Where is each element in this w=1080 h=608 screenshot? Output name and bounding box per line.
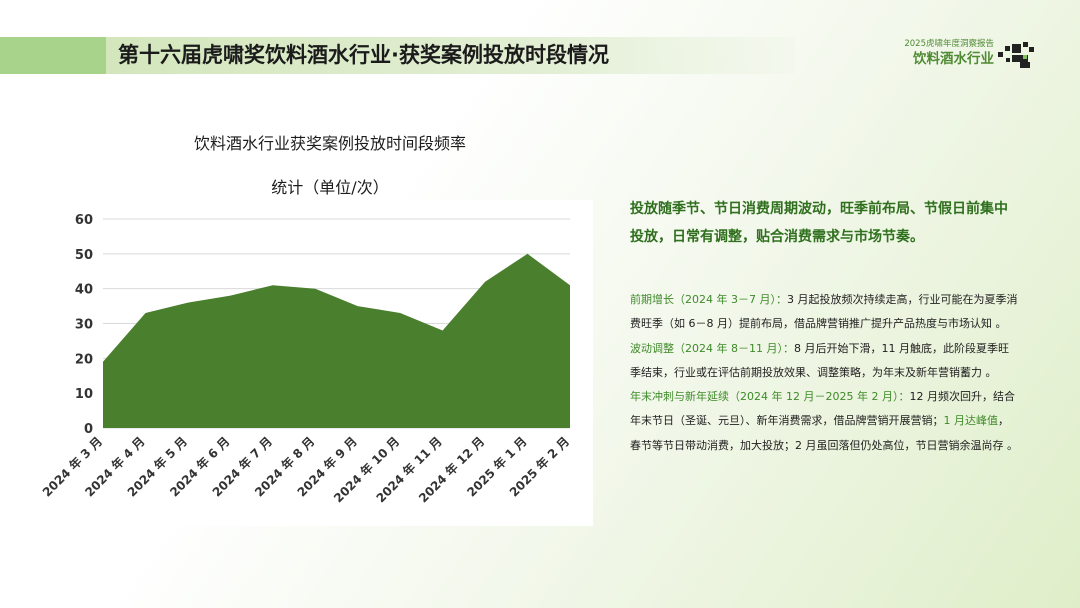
section-early-growth: 前期增长（2024 年 3－7 月）：3 月起投放频次持续走高，行业可能在为夏季… — [630, 288, 1018, 337]
area-chart: 01020304050602024 年 3 月2024 年 4 月2024 年 … — [39, 213, 572, 505]
pixel-tiger-logo-icon — [998, 42, 1034, 68]
page-title: 第十六届虎啸奖饮料酒水行业·获奖案例投放时段情况 — [118, 43, 609, 67]
summary-text: 投放随季节、节日消费周期波动，旺季前布局、节假日前集中投放，日常有调整，贴合消费… — [630, 201, 1008, 245]
series-area — [103, 253, 570, 428]
peak-highlight: 1 月达峰值 — [943, 414, 999, 428]
chart-title-line2: 统计（单位/次） — [271, 178, 389, 197]
section-year-end: 年末冲刺与新年延续（2024 年 12 月－2025 年 2 月）：12 月频次… — [630, 385, 1018, 458]
chart-title-line1: 饮料酒水行业获奖案例投放时间段频率 — [193, 134, 466, 153]
details-block: 前期增长（2024 年 3－7 月）：3 月起投放频次持续走高，行业可能在为夏季… — [630, 288, 1018, 458]
section-fluctuation: 波动调整（2024 年 8－11 月）：8 月后开始下滑，11 月触底，此阶段夏… — [630, 337, 1018, 386]
brand-subtitle: 2025虎啸年度洞察报告 — [904, 39, 994, 49]
y-tick-label: 50 — [75, 248, 93, 263]
y-tick-label: 0 — [84, 422, 93, 437]
y-tick-label: 20 — [75, 352, 93, 367]
y-tick-label: 30 — [75, 318, 93, 333]
y-tick-label: 60 — [75, 213, 93, 228]
y-tick-label: 40 — [75, 283, 93, 298]
brand-block: 2025虎啸年度洞察报告 饮料酒水行业 — [904, 38, 994, 68]
section-heading: 前期增长（2024 年 3－7 月）： — [630, 293, 787, 306]
section-heading: 年末冲刺与新年延续（2024 年 12 月－2025 年 2 月）： — [630, 390, 910, 404]
chart-panel: 0 10 20 30 40 50 60 2024 年 3 月 2024 年 4 月 2024 年 … — [22, 200, 593, 526]
section-heading: 波动调整（2024 年 8－11 月）： — [630, 341, 794, 355]
brand-title: 饮料酒水行业 — [913, 51, 994, 67]
title-accent-block — [0, 37, 106, 74]
y-tick-label: 10 — [75, 387, 93, 402]
